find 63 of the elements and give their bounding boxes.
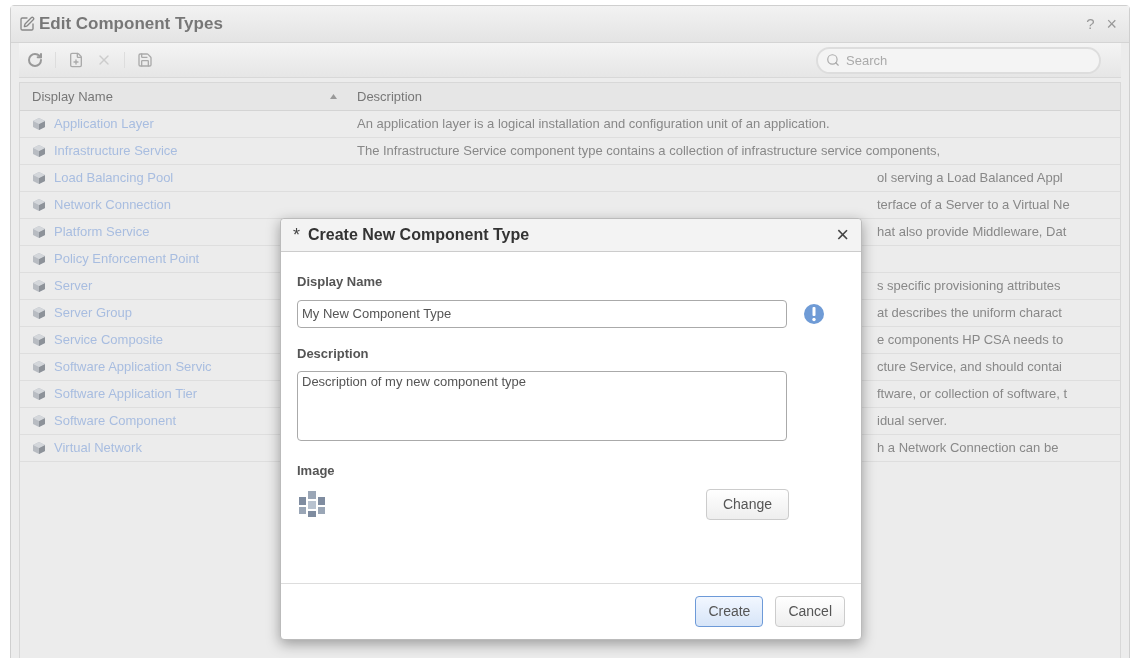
cube-icon (32, 117, 46, 131)
cube-icon (32, 306, 46, 320)
table-cell-text: e components HP CSA needs to (877, 331, 1064, 350)
field-label: Display Name (297, 273, 384, 291)
component-link[interactable]: Software Application Servic (54, 357, 212, 377)
component-link[interactable]: Server (54, 276, 93, 296)
table-cell-text: idual server. (877, 412, 948, 431)
new-icon[interactable] (68, 52, 84, 68)
column-header[interactable]: Description (345, 86, 423, 107)
cube-icon (32, 252, 46, 266)
refresh-icon[interactable] (27, 52, 43, 68)
component-link[interactable]: Infrastructure Service (54, 141, 178, 161)
search-field[interactable]: Search (816, 46, 1101, 74)
help-button[interactable]: ? (1082, 12, 1099, 36)
cube-icon (32, 171, 46, 185)
cube-icon (32, 441, 46, 455)
cube-icon (32, 198, 46, 212)
search-icon (826, 52, 840, 67)
component-link[interactable]: Platform Service (54, 222, 150, 242)
window-title: Edit Component Types (39, 13, 223, 36)
save-icon[interactable] (137, 52, 153, 68)
component-link[interactable]: Software Component (54, 411, 177, 431)
table-cell-text: terface of a Server to a Virtual Ne (877, 196, 1070, 215)
component-link[interactable]: Server Group (54, 303, 133, 323)
component-link[interactable]: Network Connection (54, 195, 172, 215)
component-link[interactable]: Load Balancing Pool (54, 168, 174, 188)
close-button[interactable]: × (836, 224, 849, 246)
description-field[interactable]: Description of my new component type (297, 371, 787, 441)
table-cell-text: cture Service, and should contai (877, 358, 1062, 377)
warning-icon (803, 302, 825, 325)
field-label: Description (297, 344, 370, 363)
create-button[interactable]: Create (695, 596, 764, 627)
component-link[interactable]: Application Layer (54, 114, 154, 134)
component-link[interactable]: Software Application Tier (54, 384, 198, 404)
cube-icon (32, 279, 46, 293)
cube-icon (32, 333, 46, 347)
edit-icon (19, 16, 35, 32)
cube-icon (32, 225, 46, 239)
close-button[interactable]: × (1102, 10, 1121, 38)
component-link[interactable]: Policy Enforcement Point (54, 249, 200, 269)
display-name-field[interactable]: My New Component Type (297, 299, 787, 328)
asterisk-icon: * (293, 221, 300, 249)
cube-icon (32, 414, 46, 428)
table-cell-text: s specific provisioning attributes (877, 277, 1061, 296)
table-cell-text: An application layer is a logical installation and configuration unit of an application. (357, 115, 830, 134)
table-cell-text: ftware, or collection of software, t (877, 385, 1068, 404)
component-link[interactable]: Virtual Network (54, 438, 142, 458)
cube-icon (32, 360, 46, 374)
component-link[interactable]: Service Composite (54, 330, 164, 350)
cancel-button[interactable]: Cancel (775, 596, 845, 627)
field-label: Image (297, 462, 336, 480)
table-cell-text: hat also provide Middleware, Dat (877, 223, 1067, 242)
table-cell-text: h a Network Connection can be (877, 439, 1059, 458)
change-button[interactable]: Change (705, 488, 789, 520)
sort-icon (330, 94, 337, 99)
column-header[interactable]: Display Name (20, 86, 330, 107)
cube-icon (32, 387, 46, 401)
table-cell-text: at describes the uniform charact (877, 304, 1062, 323)
modal-title: Create New Component Type (308, 225, 530, 245)
table-cell-text: ol serving a Load Balanced Appl (877, 169, 1063, 188)
cube-icon (32, 144, 46, 158)
component-image-icon (297, 489, 327, 519)
table-cell-text: The Infrastructure Service component type contains a collection of infrastructure service components, (357, 142, 941, 161)
